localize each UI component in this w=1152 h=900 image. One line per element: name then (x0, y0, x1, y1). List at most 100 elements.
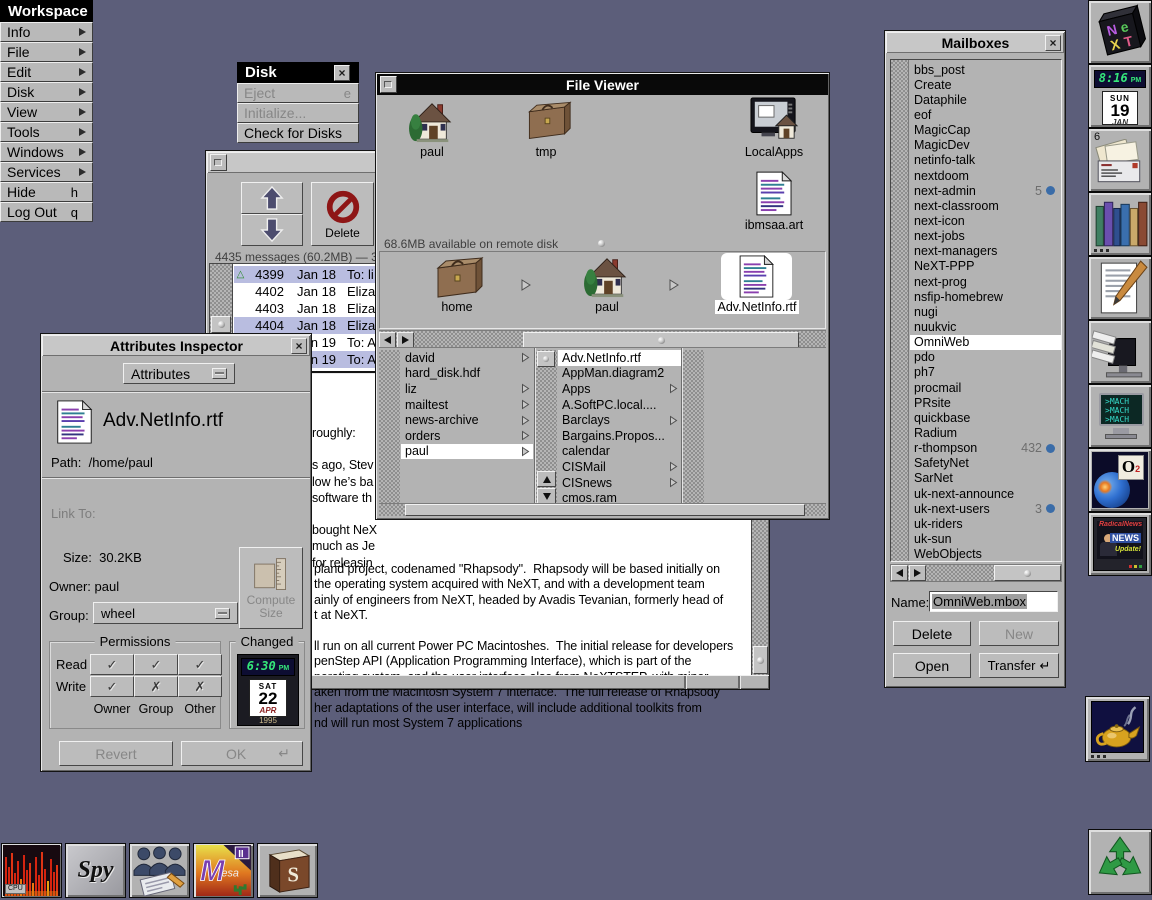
scrollbar-knob[interactable] (994, 565, 1061, 581)
perm-write-other-checkbox[interactable]: ✗ (178, 676, 222, 697)
mailbox-row[interactable]: next-prog (910, 274, 1061, 289)
new-mailbox-button[interactable]: New (979, 621, 1059, 646)
scroll-left-button[interactable] (379, 332, 396, 348)
dock-tile-workspace[interactable]: N e X T (1088, 0, 1152, 64)
menu-item[interactable]: Tools (0, 122, 93, 142)
resize-dimple[interactable] (598, 240, 605, 247)
mailbox-row[interactable]: SafetyNet (910, 456, 1061, 471)
app-icon-meeting[interactable] (129, 843, 190, 898)
mailbox-row[interactable]: quickbase (910, 410, 1061, 425)
mailboxes-titlebar[interactable]: Mailboxes × (886, 32, 1064, 53)
mailbox-row[interactable]: NeXT-PPP (910, 259, 1061, 274)
mailbox-row[interactable]: bbs_post (910, 62, 1061, 77)
app-icon-lamp[interactable] (1085, 696, 1150, 762)
scrollbar-knob[interactable] (405, 504, 805, 516)
perm-read-group-checkbox[interactable]: ✓ (134, 654, 178, 675)
browser-item[interactable]: paul (401, 443, 533, 460)
scroll-right-button[interactable] (909, 565, 926, 581)
close-icon[interactable]: × (291, 337, 307, 354)
mailbox-row[interactable]: pdo (910, 350, 1061, 365)
mailbox-row[interactable]: r-thompson 432 (910, 441, 1061, 456)
miniaturize-button[interactable] (380, 76, 397, 93)
icon-localapps[interactable] (748, 96, 800, 149)
ok-button[interactable]: OK ↵ (181, 741, 303, 766)
dock-tile-clock[interactable]: 8:16 PM SUN 19 JAN (1088, 64, 1152, 128)
inspector-mode-popup[interactable]: Attributes (123, 363, 235, 384)
mailbox-row[interactable]: uk-riders (910, 516, 1061, 531)
scrollbar-knob[interactable] (523, 332, 799, 348)
dock-tile-mail[interactable]: 6 (1088, 128, 1152, 192)
browser-item[interactable]: AppMan.diagram2 (558, 366, 681, 382)
column2-scrollbar[interactable] (536, 350, 557, 504)
mailbox-row[interactable]: PRsite (910, 395, 1061, 410)
mailbox-row[interactable]: next-icon (910, 213, 1061, 228)
document-text[interactable]: pland project, codenamed "Rhapsody". Rha… (314, 520, 751, 731)
shelf-icon-selected-file[interactable] (738, 254, 774, 303)
mailbox-row[interactable]: next-admin 5 (910, 183, 1061, 198)
dock-tile-newsgrazer[interactable] (1088, 320, 1152, 384)
scrollbar-knob[interactable] (753, 646, 768, 674)
miniaturize-button[interactable] (210, 154, 227, 171)
workspace-menu-title[interactable]: Workspace (0, 0, 93, 22)
browser-item[interactable]: Adv.NetInfo.rtf (558, 350, 681, 366)
mailbox-row[interactable]: uk-next-users 3 (910, 501, 1061, 516)
mailbox-row[interactable]: SarNet (910, 471, 1061, 486)
browser-scrollbar[interactable] (379, 503, 826, 516)
mailbox-list-scrollbar[interactable] (891, 60, 909, 561)
transfer-button[interactable]: Transfer ↵ (979, 653, 1059, 678)
browser-item[interactable]: A.SoftPC.local.... (558, 397, 681, 413)
close-icon[interactable]: × (334, 64, 350, 81)
app-icon-spy[interactable]: Spy (65, 843, 126, 898)
mailbox-row[interactable]: WebObjects (910, 547, 1061, 561)
mailbox-row[interactable]: next-classroom (910, 198, 1061, 213)
icon-home-paul[interactable] (408, 99, 456, 148)
mailbox-row[interactable]: ph7 (910, 365, 1061, 380)
perm-write-group-checkbox[interactable]: ✗ (134, 676, 178, 697)
scroll-up-button[interactable] (537, 471, 556, 487)
recycler-icon[interactable] (1088, 829, 1152, 895)
browser-item[interactable]: liz (401, 381, 533, 397)
icon-ibmsaa-art[interactable] (755, 170, 793, 221)
dock-tile-tvnews[interactable]: RadicalNews NEWS Update! (1088, 512, 1152, 576)
mailbox-row[interactable]: MagicDev (910, 138, 1061, 153)
menu-item[interactable]: Windows (0, 142, 93, 162)
browser-item[interactable]: Bargains.Propos... (558, 428, 681, 444)
mailbox-row[interactable]: Radium (910, 425, 1061, 440)
shelf-icon-paul[interactable] (583, 254, 631, 303)
menu-item[interactable]: Initialize... (237, 103, 359, 123)
mailbox-row[interactable]: nsfip-homebrew (910, 289, 1061, 304)
delete-message-button[interactable]: Delete (311, 182, 374, 246)
browser-item[interactable]: david (401, 350, 533, 366)
mailbox-row[interactable]: nextdoom (910, 168, 1061, 183)
shelf-scrollbar[interactable] (379, 330, 826, 348)
close-icon[interactable]: × (1045, 34, 1061, 51)
menu-item[interactable]: View (0, 102, 93, 122)
menu-item[interactable]: File (0, 42, 93, 62)
shelf-icon-home[interactable] (430, 256, 484, 303)
mailbox-row[interactable]: procmail (910, 380, 1061, 395)
mailbox-row[interactable]: eof (910, 107, 1061, 122)
inspector-titlebar[interactable]: Attributes Inspector × (42, 335, 310, 356)
browser-item[interactable]: Barclays (558, 412, 681, 428)
mailbox-list-hscrollbar[interactable] (890, 564, 1062, 582)
menu-item[interactable]: Eject e (237, 83, 359, 103)
browser-item[interactable]: mailtest (401, 397, 533, 413)
app-icon-cpu-monitor[interactable]: CPU (1, 843, 62, 898)
mailbox-row[interactable]: nuukvic (910, 319, 1061, 334)
dock-tile-terminal[interactable]: >MACH >MACH >MACH (1088, 384, 1152, 448)
browser-item[interactable]: hard_disk.hdf (401, 366, 533, 382)
perm-write-owner-checkbox[interactable]: ✓ (90, 676, 134, 697)
scrollbar-knob[interactable] (211, 316, 231, 333)
mailbox-row[interactable]: netinfo-talk (910, 153, 1061, 168)
perm-read-owner-checkbox[interactable]: ✓ (90, 654, 134, 675)
mailbox-row[interactable]: Create (910, 77, 1061, 92)
mailbox-row[interactable]: Dataphile (910, 92, 1061, 107)
disk-menu-titlebar[interactable]: Disk × (237, 62, 359, 83)
menu-item[interactable]: Check for Disks (237, 123, 359, 143)
menu-item[interactable]: Services (0, 162, 93, 182)
document-resize-bar[interactable] (241, 675, 769, 689)
browser-item[interactable]: Apps (558, 381, 681, 397)
open-mailbox-button[interactable]: Open (893, 653, 971, 678)
compute-size-button[interactable]: Compute Size (239, 547, 303, 629)
menu-item[interactable]: Hide h (0, 182, 93, 202)
